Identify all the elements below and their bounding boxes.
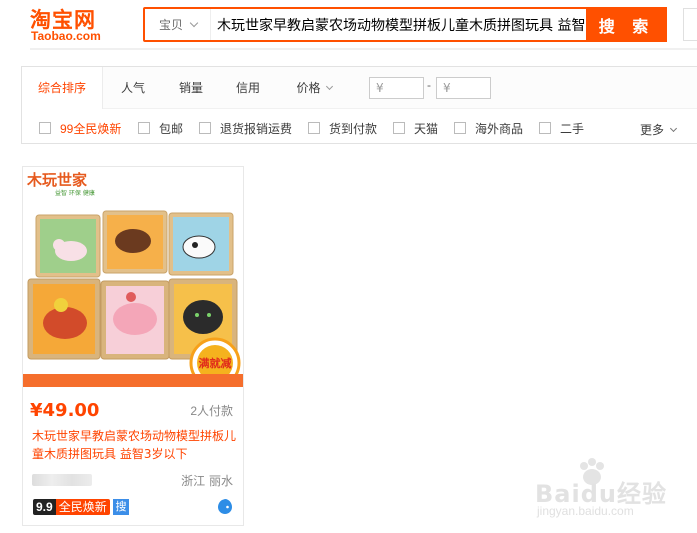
more-filters-button[interactable]: 更多 xyxy=(640,121,678,138)
sale-sticker-text: 满就减 xyxy=(199,356,232,370)
header-right-panel xyxy=(683,8,697,41)
filter-overseas[interactable]: 海外商品 xyxy=(454,121,524,136)
filter-second-hand[interactable]: 二手 xyxy=(539,121,585,136)
tab-price-label: 价格 xyxy=(296,81,321,95)
search-input[interactable] xyxy=(215,9,587,40)
product-sales-count: 2人付款 xyxy=(190,404,233,418)
filter-options-row: 99全民焕新 包邮 退货报销运费 货到付款 天猫 海外商品 二手 更多 xyxy=(22,109,697,145)
price-separator: - xyxy=(427,78,431,92)
logo-text-en: Taobao.com xyxy=(31,29,101,43)
search-type-label: 宝贝 xyxy=(159,18,184,32)
baidu-jingyan-watermark: Baidu经验 jingyan.baidu.com xyxy=(535,458,685,522)
product-card[interactable]: 木玩世家 益智 环保 健康 满就减 ¥49.00 2人付款 木玩世家早教启蒙农场… xyxy=(22,166,244,526)
search-button[interactable]: 搜 索 xyxy=(586,7,667,42)
product-title-link[interactable]: 木玩世家早教启蒙农场动物模型拼板儿童木质拼图玩具 益智3岁以下 xyxy=(32,427,238,463)
puzzle-image-illustration: 木玩世家 益智 环保 健康 满就减 xyxy=(26,171,241,387)
checkbox[interactable] xyxy=(138,122,150,134)
badge-sou[interactable]: 搜 xyxy=(113,499,129,515)
filter-label: 二手 xyxy=(560,121,585,136)
filter-free-shipping[interactable]: 包邮 xyxy=(138,121,184,136)
image-brand-text: 木玩世家 xyxy=(26,171,87,189)
filter-label: 包邮 xyxy=(159,121,184,136)
filter-99-renew[interactable]: 99全民焕新 xyxy=(39,121,122,136)
filter-cod[interactable]: 货到付款 xyxy=(308,121,378,136)
filter-label: 货到付款 xyxy=(329,121,378,136)
badge-99-renew[interactable]: 9.9 全民焕新 xyxy=(33,499,110,515)
filter-label: 天猫 xyxy=(414,121,439,136)
header: 淘宝网 Taobao.com 宝贝 搜 索 xyxy=(0,0,697,50)
search-type-select[interactable]: 宝贝 xyxy=(145,9,211,40)
checkbox[interactable] xyxy=(539,122,551,134)
checkbox[interactable] xyxy=(39,122,51,134)
image-bottom-strip xyxy=(23,374,243,387)
product-price: ¥49.00 xyxy=(30,400,100,421)
filter-tmall[interactable]: 天猫 xyxy=(393,121,439,136)
product-image[interactable]: 木玩世家 益智 环保 健康 满就减 xyxy=(23,167,243,387)
header-divider xyxy=(30,48,697,50)
checkbox[interactable] xyxy=(199,122,211,134)
checkbox[interactable] xyxy=(393,122,405,134)
badge-99-label: 全民焕新 xyxy=(55,499,110,515)
watermark-main-text: Baidu经验 xyxy=(535,480,667,508)
filter-label: 99全民焕新 xyxy=(60,121,122,136)
price-min-input[interactable]: ¥ xyxy=(369,77,424,99)
watermark-url: jingyan.baidu.com xyxy=(537,504,634,518)
search-bar: 宝贝 搜 索 xyxy=(143,7,667,42)
chevron-down-icon xyxy=(325,82,333,91)
tab-credit[interactable]: 信用 xyxy=(219,67,277,109)
tab-price[interactable]: 价格 xyxy=(284,67,344,109)
shop-name-blurred[interactable] xyxy=(32,474,92,486)
image-brand-sub: 益智 环保 健康 xyxy=(55,189,95,197)
paw-icon xyxy=(580,458,604,485)
tab-default-sort[interactable]: 综合排序 xyxy=(22,67,103,109)
sort-row: 综合排序 人气 销量 信用 价格 ¥ - ¥ xyxy=(22,67,697,109)
badge-99-number: 9.9 xyxy=(33,499,56,515)
filter-label: 退货报销运费 xyxy=(220,121,293,136)
product-location: 浙江 丽水 xyxy=(181,474,233,488)
more-label: 更多 xyxy=(640,123,665,137)
checkbox[interactable] xyxy=(308,122,320,134)
tab-popularity[interactable]: 人气 xyxy=(103,67,163,109)
filter-panel: 综合排序 人气 销量 信用 价格 ¥ - ¥ 99全民焕新 包邮 退货报销运费 … xyxy=(21,66,697,144)
filter-return-shipping[interactable]: 退货报销运费 xyxy=(199,121,293,136)
chevron-down-icon xyxy=(189,18,199,27)
wangwang-chat-icon[interactable] xyxy=(217,498,233,515)
price-max-input[interactable]: ¥ xyxy=(436,77,491,99)
taobao-logo[interactable]: 淘宝网 Taobao.com xyxy=(30,4,130,44)
filter-label: 海外商品 xyxy=(475,121,524,136)
chevron-down-icon xyxy=(669,124,678,132)
tab-sales[interactable]: 销量 xyxy=(163,67,219,109)
checkbox[interactable] xyxy=(454,122,466,134)
